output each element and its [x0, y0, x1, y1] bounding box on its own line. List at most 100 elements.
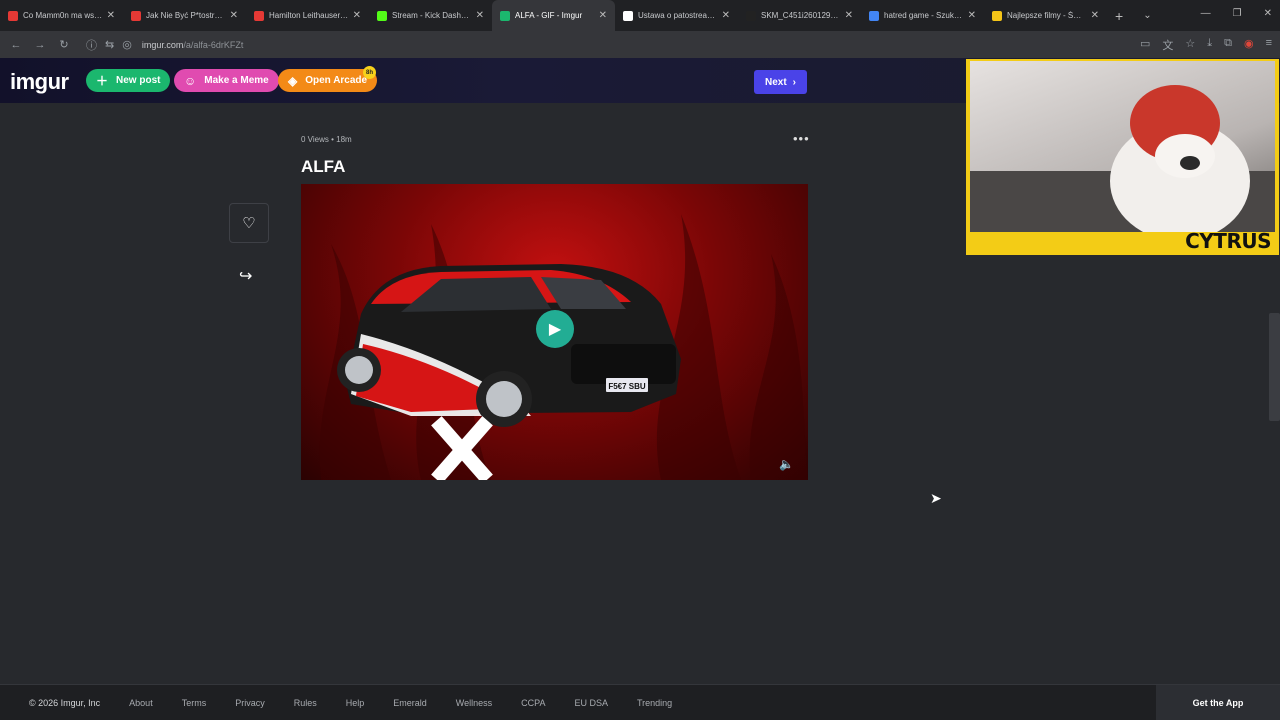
- tune-icon[interactable]: ⇆: [105, 38, 114, 51]
- webcam-overlay: CYTRUS: [966, 59, 1279, 255]
- tab-title: Hamilton Leithauser + R: [269, 11, 349, 20]
- tab-list-button[interactable]: ⌄: [1143, 10, 1151, 21]
- browser-tab-bar: Co Mamm0n ma wspólr ✕ Jak Nie Być P*tostre…: [0, 0, 1280, 31]
- dog-image: [970, 85, 1275, 232]
- new-tab-button[interactable]: +: [1115, 8, 1123, 24]
- forward-icon[interactable]: →: [28, 39, 52, 51]
- install-app-icon[interactable]: ▭: [1140, 37, 1150, 53]
- tab-close-icon[interactable]: ✕: [722, 10, 730, 21]
- url-path: /a/alfa-6drKFZt: [183, 39, 244, 50]
- menu-icon[interactable]: ≡: [1266, 37, 1272, 53]
- scrollbar-thumb[interactable]: [1269, 313, 1280, 421]
- tab-strip: Co Mamm0n ma wspólr ✕ Jak Nie Być P*tostre…: [0, 0, 1107, 31]
- browser-tab[interactable]: Najlepsze filmy - Świat ✕: [984, 0, 1107, 31]
- gamepad-icon: ◈: [288, 73, 298, 88]
- browser-tab[interactable]: Stream - Kick Dashboar ✕: [369, 0, 492, 31]
- new-post-button[interactable]: ＋ New post: [86, 69, 171, 92]
- post-title: ALFA: [301, 157, 346, 176]
- minimize-button[interactable]: —: [1201, 8, 1211, 19]
- get-app-button[interactable]: Get the App: [1156, 685, 1280, 720]
- chevron-right-icon: ›: [792, 76, 797, 88]
- browser-toolbar: ← → ↻ ⓘ ⇆ ◎ imgur.com/a/alfa-6drKFZt ▭ 文…: [0, 31, 1280, 58]
- share-icon[interactable]: ↪: [239, 266, 252, 286]
- footer-link-trending[interactable]: Trending: [637, 698, 672, 708]
- address-bar[interactable]: ⓘ ⇆ ◎ imgur.com/a/alfa-6drKFZt: [86, 37, 243, 53]
- site-footer: © 2026 Imgur, Inc About Terms Privacy Ru…: [0, 684, 1280, 720]
- tab-close-icon[interactable]: ✕: [476, 10, 484, 21]
- next-button[interactable]: Next ›: [754, 70, 807, 94]
- site-info-icon[interactable]: ⓘ: [86, 37, 97, 53]
- bookmark-star-icon[interactable]: ☆: [1185, 37, 1195, 53]
- plus-icon: ＋: [96, 74, 109, 88]
- close-window-button[interactable]: ✕: [1264, 8, 1272, 19]
- car-illustration: F5€7 SBU: [337, 264, 681, 427]
- footer-link-about[interactable]: About: [129, 698, 153, 708]
- back-icon[interactable]: ←: [4, 39, 28, 51]
- arcade-badge: 8h: [363, 66, 376, 79]
- new-post-label: New post: [116, 75, 161, 86]
- tab-favicon-icon: [500, 10, 510, 21]
- tab-close-icon[interactable]: ✕: [968, 10, 976, 21]
- copyright: © 2026 Imgur, Inc: [29, 697, 101, 708]
- tab-close-icon[interactable]: ✕: [1091, 10, 1099, 21]
- heart-icon: ♡: [242, 215, 256, 232]
- play-button[interactable]: ▶: [536, 310, 574, 348]
- extensions-icon[interactable]: ⧉: [1224, 37, 1232, 53]
- tab-close-icon[interactable]: ✕: [230, 10, 238, 21]
- tab-favicon-icon: [254, 10, 264, 21]
- mouse-cursor-icon: ➤: [930, 490, 942, 506]
- post-meta: 0 Views • 18m: [301, 135, 352, 144]
- toolbar-actions: ▭ 文 ☆ ⤓ ⧉ ◉ ≡: [1140, 37, 1272, 53]
- tab-close-icon[interactable]: ✕: [107, 10, 115, 21]
- tab-title: Jak Nie Być P*tostream: [146, 11, 226, 20]
- url-domain: imgur.com: [141, 39, 184, 50]
- tab-title: hatred game - Szukaj w: [884, 11, 964, 20]
- tab-favicon-icon: [377, 10, 387, 21]
- streamer-name: CYTRUS: [1185, 229, 1271, 253]
- meme-icon: ☺: [184, 73, 197, 88]
- browser-tab[interactable]: Ustawa o patostreamin ✕: [615, 0, 738, 31]
- window-controls: — ❐ ✕: [1201, 8, 1272, 19]
- footer-link-emerald[interactable]: Emerald: [393, 698, 427, 708]
- footer-link-wellness[interactable]: Wellness: [456, 698, 492, 708]
- tab-title: Stream - Kick Dashboar: [392, 11, 472, 20]
- tab-title: SKM_C451i2601291414(: [761, 11, 841, 20]
- browser-tab[interactable]: SKM_C451i2601291414( ✕: [738, 0, 861, 31]
- footer-link-privacy[interactable]: Privacy: [235, 698, 265, 708]
- tab-title: Co Mamm0n ma wspólr: [23, 11, 103, 20]
- volume-icon[interactable]: 🔈: [779, 457, 794, 471]
- browser-tab[interactable]: hatred game - Szukaj w ✕: [861, 0, 984, 31]
- footer-link-rules[interactable]: Rules: [294, 698, 317, 708]
- make-meme-label: Make a Meme: [204, 75, 269, 86]
- restore-button[interactable]: ❐: [1233, 8, 1242, 19]
- browser-tab[interactable]: ALFA - GIF - Imgur ✕: [492, 0, 615, 31]
- tab-close-icon[interactable]: ✕: [845, 10, 853, 21]
- tab-favicon-icon: [746, 10, 756, 21]
- footer-link-help[interactable]: Help: [346, 698, 365, 708]
- footer-link-terms[interactable]: Terms: [182, 698, 207, 708]
- tab-favicon-icon: [623, 10, 633, 21]
- url-text[interactable]: imgur.com/a/alfa-6drKFZt: [142, 40, 244, 50]
- reload-icon[interactable]: ↻: [52, 38, 76, 51]
- footer-link-ccpa[interactable]: CCPA: [521, 698, 545, 708]
- tab-title: Ustawa o patostreamin: [638, 11, 718, 20]
- profile-icon[interactable]: ◉: [1244, 37, 1254, 53]
- webcam-feed: [970, 61, 1275, 232]
- tab-favicon-icon: [8, 10, 18, 21]
- translate-icon[interactable]: 文: [1162, 37, 1173, 53]
- download-icon[interactable]: ⤓: [1207, 37, 1212, 53]
- more-options-icon[interactable]: •••: [793, 131, 810, 146]
- open-arcade-label: Open Arcade: [305, 75, 368, 86]
- make-meme-button[interactable]: ☺ Make a Meme: [174, 69, 279, 92]
- browser-tab[interactable]: Jak Nie Być P*tostream ✕: [123, 0, 246, 31]
- next-label: Next: [764, 76, 787, 88]
- tab-close-icon[interactable]: ✕: [599, 10, 607, 21]
- imgur-logo[interactable]: imgur: [10, 69, 69, 95]
- tab-close-icon[interactable]: ✕: [353, 10, 361, 21]
- footer-link-eu-dsa[interactable]: EU DSA: [574, 698, 608, 708]
- browser-tab[interactable]: Hamilton Leithauser + R ✕: [246, 0, 369, 31]
- like-button[interactable]: ♡: [229, 203, 269, 243]
- site-settings-icon[interactable]: ◎: [122, 38, 132, 51]
- license-plate: F5€7 SBU: [608, 382, 646, 391]
- browser-tab[interactable]: Co Mamm0n ma wspólr ✕: [0, 0, 123, 31]
